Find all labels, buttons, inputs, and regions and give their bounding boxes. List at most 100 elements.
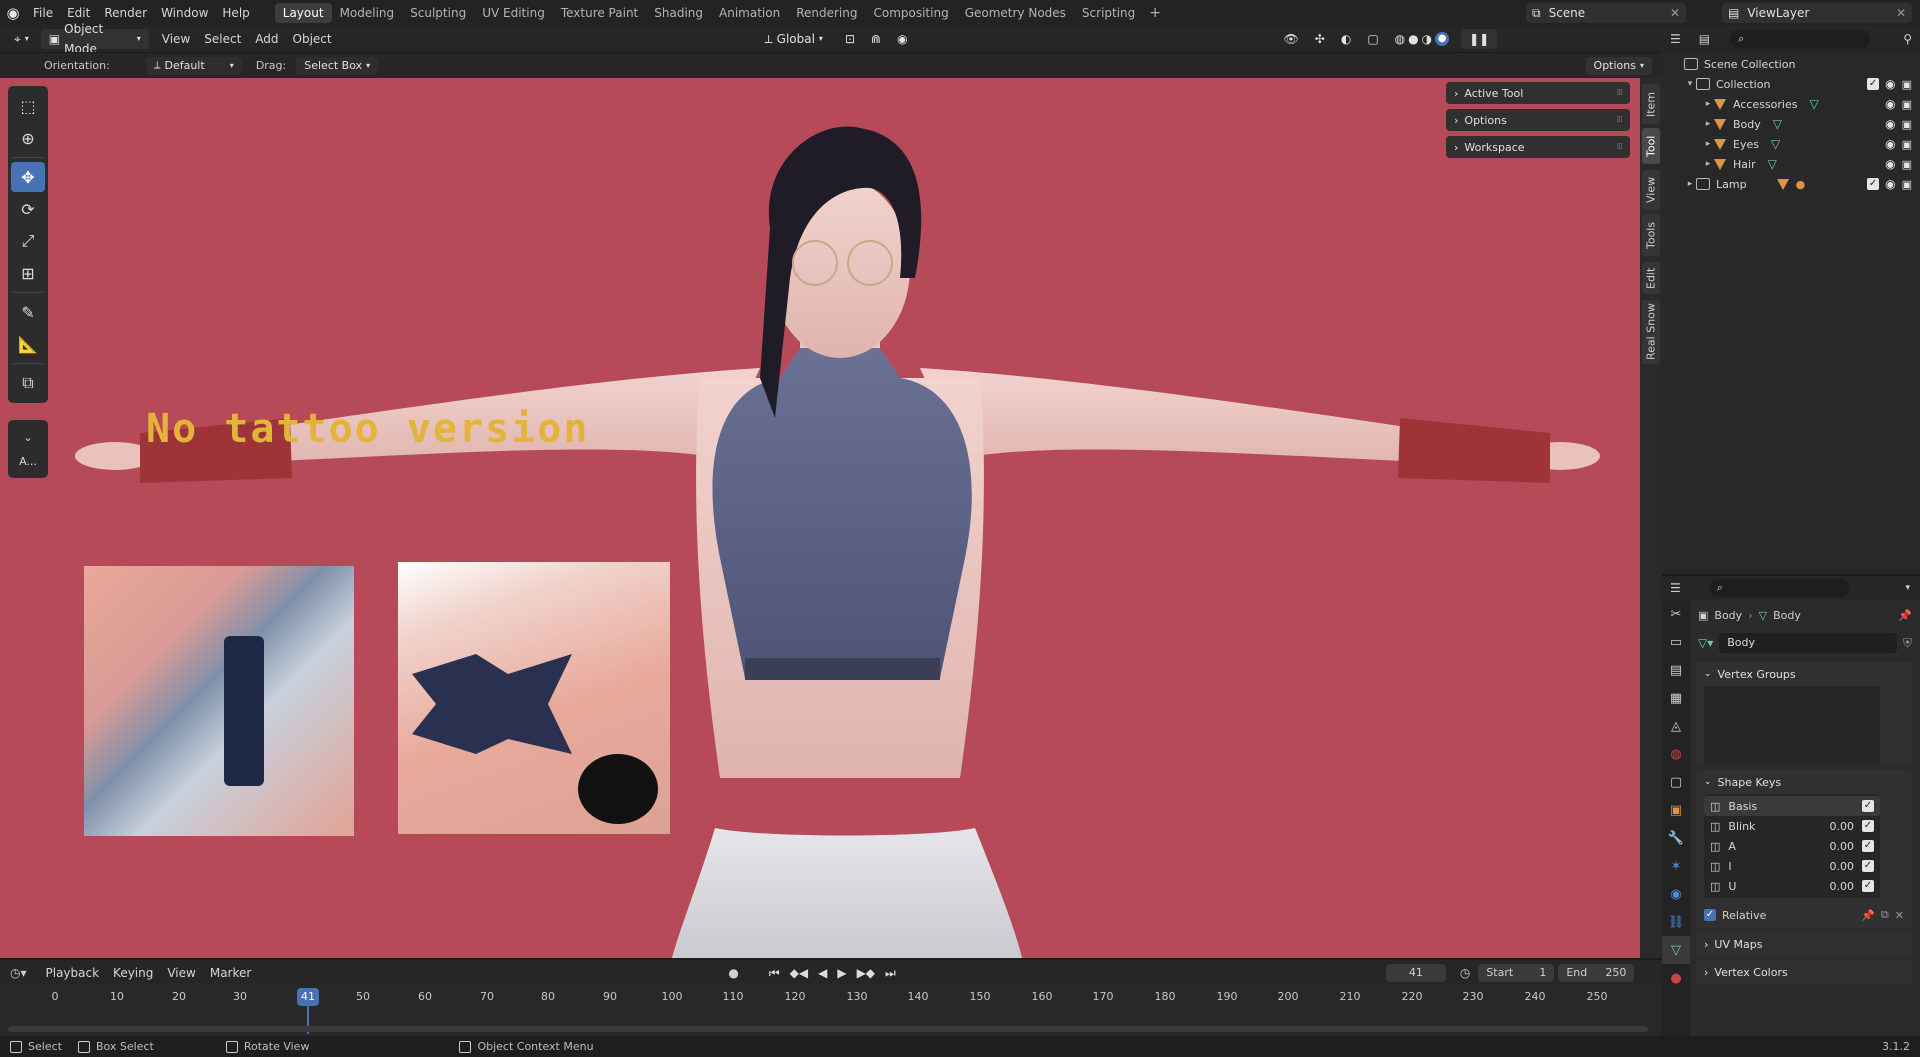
eye-icon[interactable]: ◉ bbox=[1885, 137, 1895, 151]
properties-editor-icon[interactable]: ☰ bbox=[1670, 581, 1681, 595]
shape-key-value[interactable]: 0.00 bbox=[1830, 860, 1855, 873]
object-props-icon[interactable]: ▣ bbox=[1662, 796, 1690, 824]
fake-user-icon[interactable]: ⛨ bbox=[1903, 636, 1912, 651]
add-cube-tool-icon[interactable]: ⧉ bbox=[11, 368, 45, 398]
pin-icon[interactable]: 📌 bbox=[1898, 609, 1912, 622]
menu-add[interactable]: Add bbox=[248, 32, 285, 46]
shape-key-value[interactable]: 0.00 bbox=[1830, 880, 1855, 893]
shape-key-row[interactable]: ◫ A 0.00 ✓ bbox=[1704, 836, 1880, 856]
add-workspace-button[interactable]: + bbox=[1143, 5, 1167, 21]
modifier-props-icon[interactable]: 🔧 bbox=[1662, 824, 1690, 852]
outliner-item-hair[interactable]: ▸ Hair ▽ ◉ ▣ bbox=[1662, 154, 1920, 174]
menu-help[interactable]: Help bbox=[215, 0, 256, 26]
menu-file[interactable]: File bbox=[26, 0, 60, 26]
mesh-name-field[interactable]: Body bbox=[1719, 633, 1897, 653]
checkbox-icon[interactable]: ✓ bbox=[1867, 178, 1880, 190]
menu-select[interactable]: Select bbox=[197, 32, 248, 46]
gizmo-button[interactable]: ✣ bbox=[1307, 29, 1333, 49]
panel-workspace[interactable]: › Workspace ⁞⁞⁞ bbox=[1446, 136, 1630, 158]
grip-icon[interactable]: ⁞⁞⁞ bbox=[1616, 88, 1623, 98]
particles-props-icon[interactable]: ✶ bbox=[1662, 852, 1690, 880]
mul-tool-icon[interactable]: ⌄ bbox=[11, 426, 45, 448]
tab-uv-editing[interactable]: UV Editing bbox=[474, 3, 553, 23]
panel-options[interactable]: › Options ⁞⁞⁞ bbox=[1446, 109, 1630, 131]
outliner-item-accessories[interactable]: ▸ Accessories ▽ ◉ ▣ bbox=[1662, 94, 1920, 114]
outliner-item-eyes[interactable]: ▸ Eyes ▽ ◉ ▣ bbox=[1662, 134, 1920, 154]
tab-edit[interactable]: Edit bbox=[1642, 262, 1660, 294]
current-frame-field[interactable]: 41 bbox=[1385, 964, 1446, 982]
tab-tools[interactable]: Tools bbox=[1642, 214, 1660, 256]
shape-key-value[interactable]: 0.00 bbox=[1830, 820, 1855, 833]
vertex-groups-header[interactable]: ⌄ Vertex Groups bbox=[1696, 662, 1912, 686]
outliner-search-input[interactable]: ⌕ bbox=[1730, 30, 1871, 48]
measure-tool-icon[interactable]: 📐 bbox=[11, 329, 45, 359]
expand-arrow-icon[interactable]: ▸ bbox=[1702, 139, 1714, 149]
render-props-icon[interactable]: ▭ bbox=[1662, 628, 1690, 656]
pause-render-button[interactable]: ❚❚ bbox=[1461, 29, 1498, 49]
move-tool-icon[interactable]: ✥ bbox=[11, 162, 45, 192]
eye-icon[interactable]: ◉ bbox=[1885, 117, 1895, 131]
world-props-icon[interactable]: ◍ bbox=[1662, 740, 1690, 768]
camera-icon[interactable]: ▣ bbox=[1902, 138, 1912, 151]
timeline-editor-icon[interactable]: ◷▾ bbox=[10, 966, 27, 980]
tab-tool[interactable]: Tool bbox=[1642, 128, 1660, 164]
checkbox-icon[interactable]: ✓ bbox=[1862, 860, 1874, 872]
menu-window[interactable]: Window bbox=[154, 0, 215, 26]
annotate-tool-icon[interactable]: ✎ bbox=[11, 297, 45, 327]
tab-layout[interactable]: Layout bbox=[274, 3, 332, 23]
camera-icon[interactable]: ▣ bbox=[1902, 178, 1912, 191]
tab-real-snow[interactable]: Real Snow bbox=[1642, 300, 1660, 364]
eye-icon[interactable]: ◉ bbox=[1885, 77, 1895, 91]
tab-animation[interactable]: Animation bbox=[711, 3, 788, 23]
clock-icon[interactable]: ◷ bbox=[1460, 966, 1470, 980]
tab-view[interactable]: View bbox=[1642, 170, 1660, 210]
scale-tool-icon[interactable]: ⤢ bbox=[11, 226, 45, 256]
tool-props-icon[interactable]: ✂ bbox=[1662, 600, 1690, 628]
menu-view[interactable]: View bbox=[160, 966, 202, 980]
tab-texture-paint[interactable]: Texture Paint bbox=[553, 3, 646, 23]
grip-icon[interactable]: ⁞⁞⁞ bbox=[1616, 142, 1623, 152]
shape-key-row[interactable]: ◫ Basis ✓ bbox=[1704, 796, 1880, 816]
next-keyframe-icon[interactable]: ▶◆ bbox=[857, 966, 875, 981]
vertex-colors-header[interactable]: › Vertex Colors bbox=[1696, 960, 1912, 984]
physics-props-icon[interactable]: ◉ bbox=[1662, 880, 1690, 908]
grip-icon[interactable]: ⁞⁞⁞ bbox=[1616, 115, 1623, 125]
outliner-scene-collection[interactable]: Scene Collection bbox=[1662, 54, 1920, 74]
extra-tool-button[interactable]: A... bbox=[11, 450, 45, 472]
menu-view[interactable]: View bbox=[155, 32, 197, 46]
uv-maps-header[interactable]: › UV Maps bbox=[1696, 932, 1912, 956]
close-icon[interactable]: ✕ bbox=[1896, 6, 1906, 20]
checkbox-icon[interactable]: ✓ bbox=[1867, 78, 1880, 90]
material-shading-icon[interactable]: ◑ bbox=[1422, 29, 1432, 49]
camera-icon[interactable]: ▣ bbox=[1902, 78, 1912, 91]
vertex-groups-list[interactable] bbox=[1704, 686, 1880, 764]
shape-key-row[interactable]: ◫ Blink 0.00 ✓ bbox=[1704, 816, 1880, 836]
copy-icon[interactable]: ⧉ bbox=[1881, 908, 1889, 922]
relative-checkbox[interactable]: ✓ bbox=[1704, 909, 1716, 921]
prev-keyframe-icon[interactable]: ◆◀ bbox=[790, 966, 808, 981]
tab-scripting[interactable]: Scripting bbox=[1074, 3, 1143, 23]
rotate-tool-icon[interactable]: ⟳ bbox=[11, 194, 45, 224]
shape-keys-header[interactable]: ⌄ Shape Keys bbox=[1696, 770, 1912, 794]
eye-icon[interactable]: ◉ bbox=[1885, 177, 1895, 191]
timeline[interactable]: 0 10 20 30 50 60 70 80 90 100 110 120 13… bbox=[0, 986, 1662, 1036]
shape-key-row[interactable]: ◫ U 0.00 ✓ bbox=[1704, 876, 1880, 896]
outliner-item-body[interactable]: ▸ Body ▽ ◉ ▣ bbox=[1662, 114, 1920, 134]
3d-viewport[interactable]: No tattoo version ⬚ ⊕ ✥ ⟳ ⤢ ⊞ ✎ 📐 ⧉ ⌄ A.… bbox=[0, 78, 1640, 958]
menu-object[interactable]: Object bbox=[286, 32, 339, 46]
eye-icon[interactable]: ◉ bbox=[1885, 157, 1895, 171]
outliner-item-lamp[interactable]: ▸ Lamp ● ✓ ◉ ▣ bbox=[1662, 174, 1920, 194]
collection-props-icon[interactable]: ▢ bbox=[1662, 768, 1690, 796]
jump-end-icon[interactable]: ⏭ bbox=[885, 966, 896, 981]
close-icon[interactable]: ✕ bbox=[1670, 6, 1680, 20]
chevron-down-icon[interactable]: ▾ bbox=[1905, 583, 1910, 593]
tab-compositing[interactable]: Compositing bbox=[865, 3, 956, 23]
start-frame-field[interactable]: Start 1 bbox=[1478, 964, 1555, 982]
playhead[interactable]: 41 bbox=[297, 988, 319, 1006]
transform-tool-icon[interactable]: ⊞ bbox=[11, 258, 45, 288]
editor-type-button[interactable]: ⌖ ▾ bbox=[6, 29, 37, 49]
camera-icon[interactable]: ▣ bbox=[1902, 158, 1912, 171]
checkbox-icon[interactable]: ✓ bbox=[1862, 800, 1874, 812]
select-box-tool-icon[interactable]: ⬚ bbox=[11, 91, 45, 121]
outliner-editor-icon[interactable]: ☰ bbox=[1670, 32, 1681, 46]
